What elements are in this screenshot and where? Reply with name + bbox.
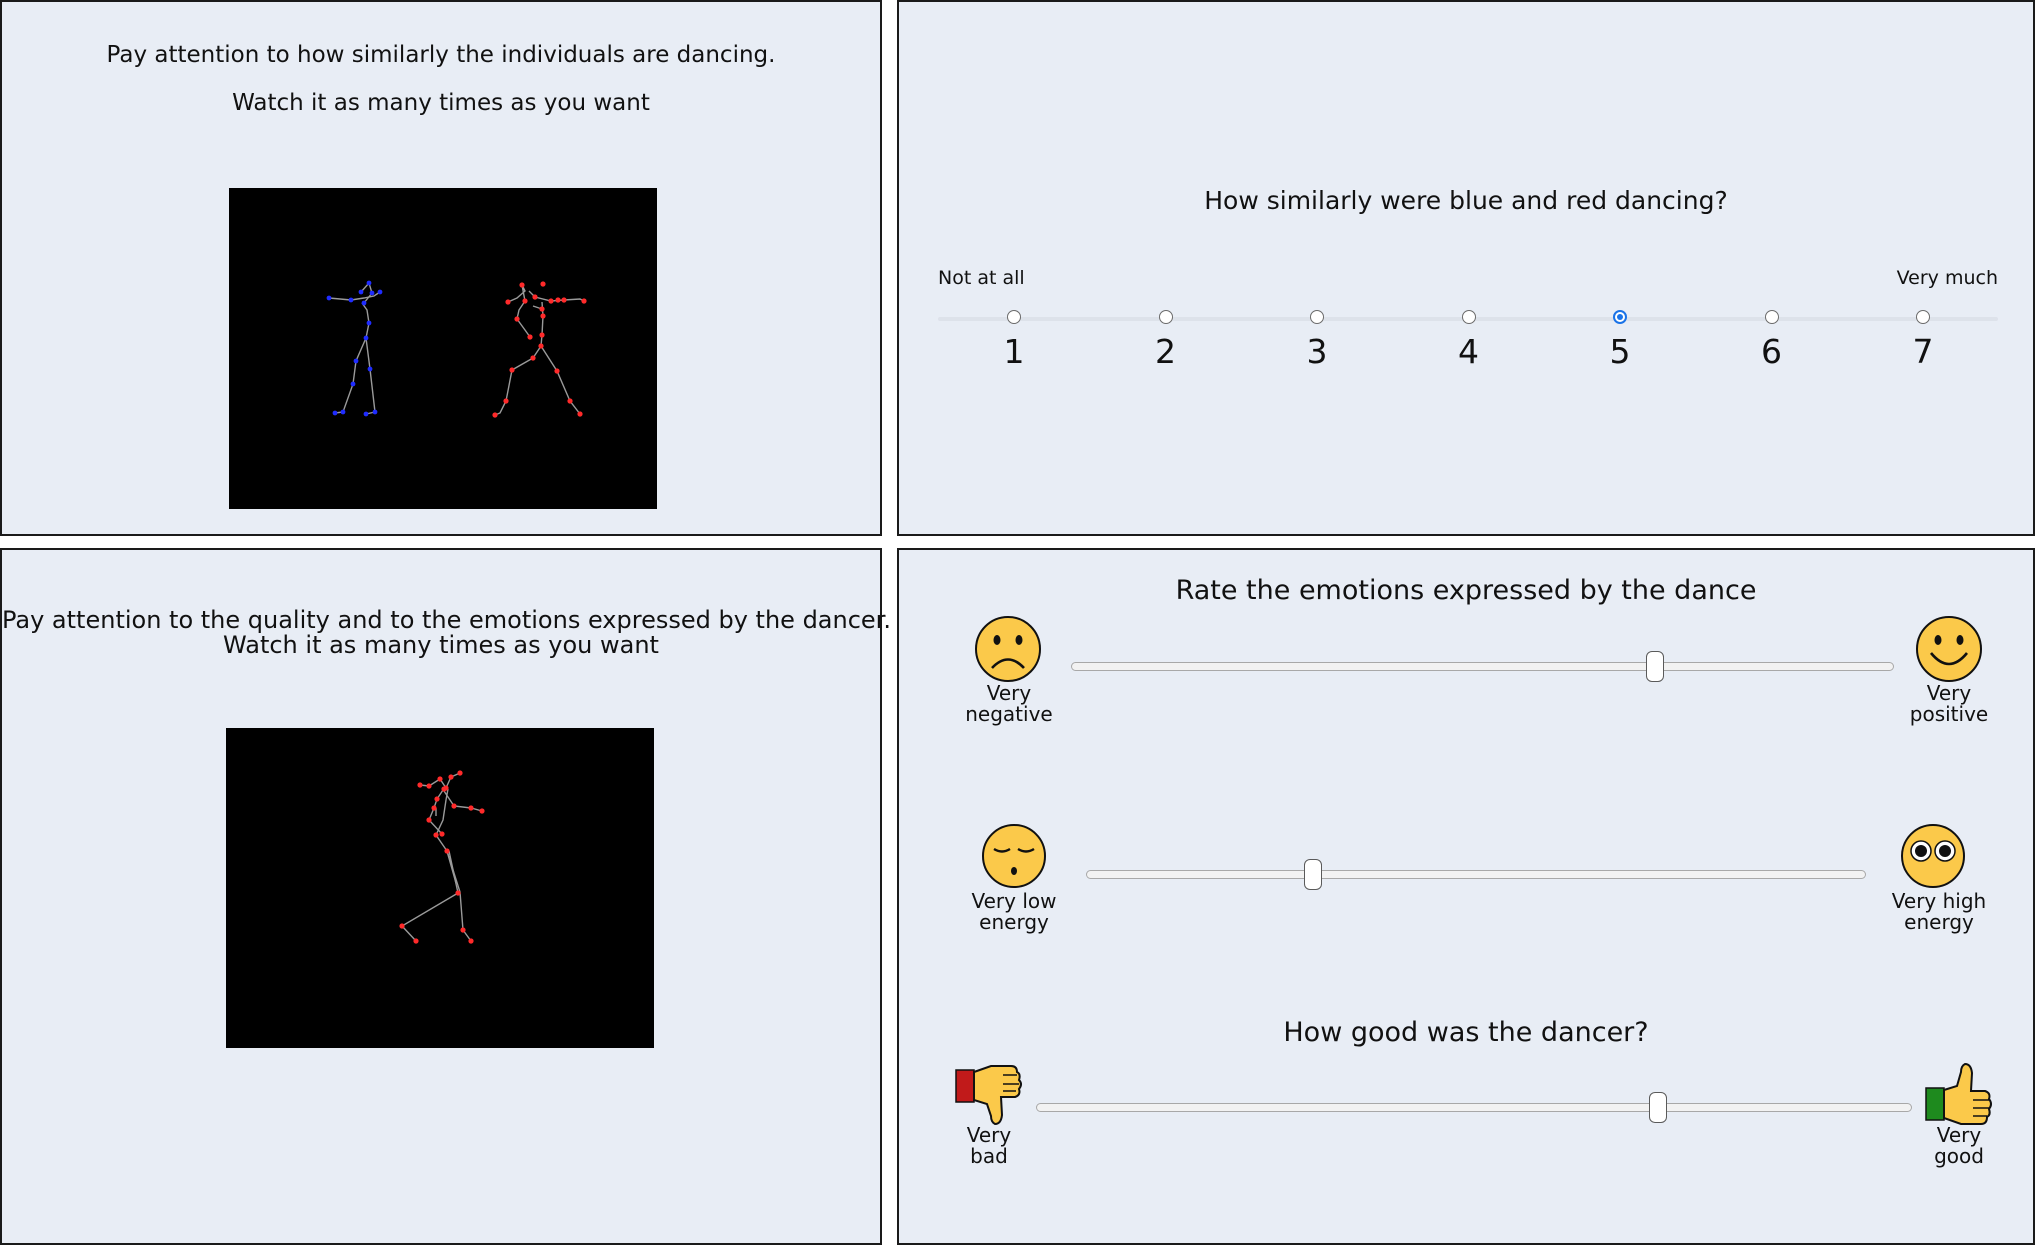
happy-face-icon (1915, 615, 1983, 687)
scale-max-label: Very much (1896, 267, 1998, 289)
valence-slider-thumb[interactable] (1645, 651, 1664, 682)
stick-figure-animation (399, 770, 485, 944)
emotion-rating-panel: Rate the emotions expressed by the dance… (897, 548, 2035, 1245)
energy-slider[interactable] (1086, 859, 1866, 890)
likert-radio-3[interactable] (1310, 310, 1324, 324)
similarity-question-panel: How similarly were blue and red dancing?… (897, 0, 2035, 536)
likert-option-3[interactable]: 3 (1287, 310, 1347, 371)
valence-slider[interactable] (1071, 651, 1894, 682)
likert-option-label: 6 (1761, 332, 1782, 371)
likert-radio-4[interactable] (1461, 310, 1476, 324)
dance-video-player[interactable] (229, 188, 657, 509)
likert-option-label: 3 (1306, 332, 1328, 371)
quality-max-label: Very good (1934, 1123, 1984, 1168)
likert-radio-6[interactable] (1764, 310, 1779, 324)
quality-slider-thumb[interactable] (1648, 1092, 1667, 1123)
instruction-text: Pay attention to the quality and to the … (2, 606, 891, 634)
energy-min-label: Very low energy (971, 889, 1057, 934)
likert-option-label: 1 (1003, 332, 1025, 371)
quality-stimulus-panel: Pay attention to the quality and to the … (0, 548, 891, 1245)
likert-option-label: 7 (1912, 332, 1934, 371)
valence-min-label: Very negative (965, 681, 1053, 726)
quality-min-label: Very bad (966, 1123, 1012, 1168)
energy-max-label: Very high energy (1891, 889, 1987, 934)
wide-eyed-face-icon (1900, 823, 1966, 893)
likert-option-label: 2 (1155, 332, 1176, 371)
quality-question-text: How good was the dancer? (1283, 1017, 1649, 1048)
instruction-subtext: Watch it as many times as you want (232, 90, 650, 116)
likert-radio-5[interactable] (1613, 310, 1627, 324)
question-text: How similarly were blue and red dancing? (1204, 186, 1728, 215)
dance-video-player[interactable] (226, 728, 654, 1048)
valence-max-label: Very positive (1909, 681, 1989, 726)
instruction-text: Pay attention to how similarly the indiv… (106, 42, 776, 68)
rating-title: Rate the emotions expressed by the dance (1175, 575, 1757, 606)
likert-option-6[interactable]: 6 (1742, 310, 1802, 371)
likert-option-7[interactable]: 7 (1893, 310, 1953, 371)
similarity-stimulus-panel: Pay attention to how similarly the indiv… (0, 0, 882, 536)
likert-option-label: 4 (1458, 332, 1479, 371)
likert-option-label: 5 (1609, 332, 1631, 371)
likert-option-5[interactable]: 5 (1590, 310, 1650, 371)
likert-option-4[interactable]: 4 (1439, 310, 1499, 371)
likert-option-1[interactable]: 1 (984, 310, 1044, 371)
stick-figures-animation (326, 280, 587, 418)
instruction-subtext: Watch it as many times as you want (223, 631, 659, 659)
likert-radio-7[interactable] (1916, 310, 1930, 324)
likert-option-2[interactable]: 2 (1136, 310, 1196, 371)
sleepy-face-icon (981, 823, 1047, 893)
sad-face-icon (974, 615, 1042, 687)
energy-slider-thumb[interactable] (1303, 859, 1322, 890)
quality-slider[interactable] (1036, 1092, 1912, 1123)
likert-radio-1[interactable] (1007, 310, 1021, 324)
scale-min-label: Not at all (938, 267, 1025, 289)
likert-radio-2[interactable] (1158, 310, 1173, 324)
